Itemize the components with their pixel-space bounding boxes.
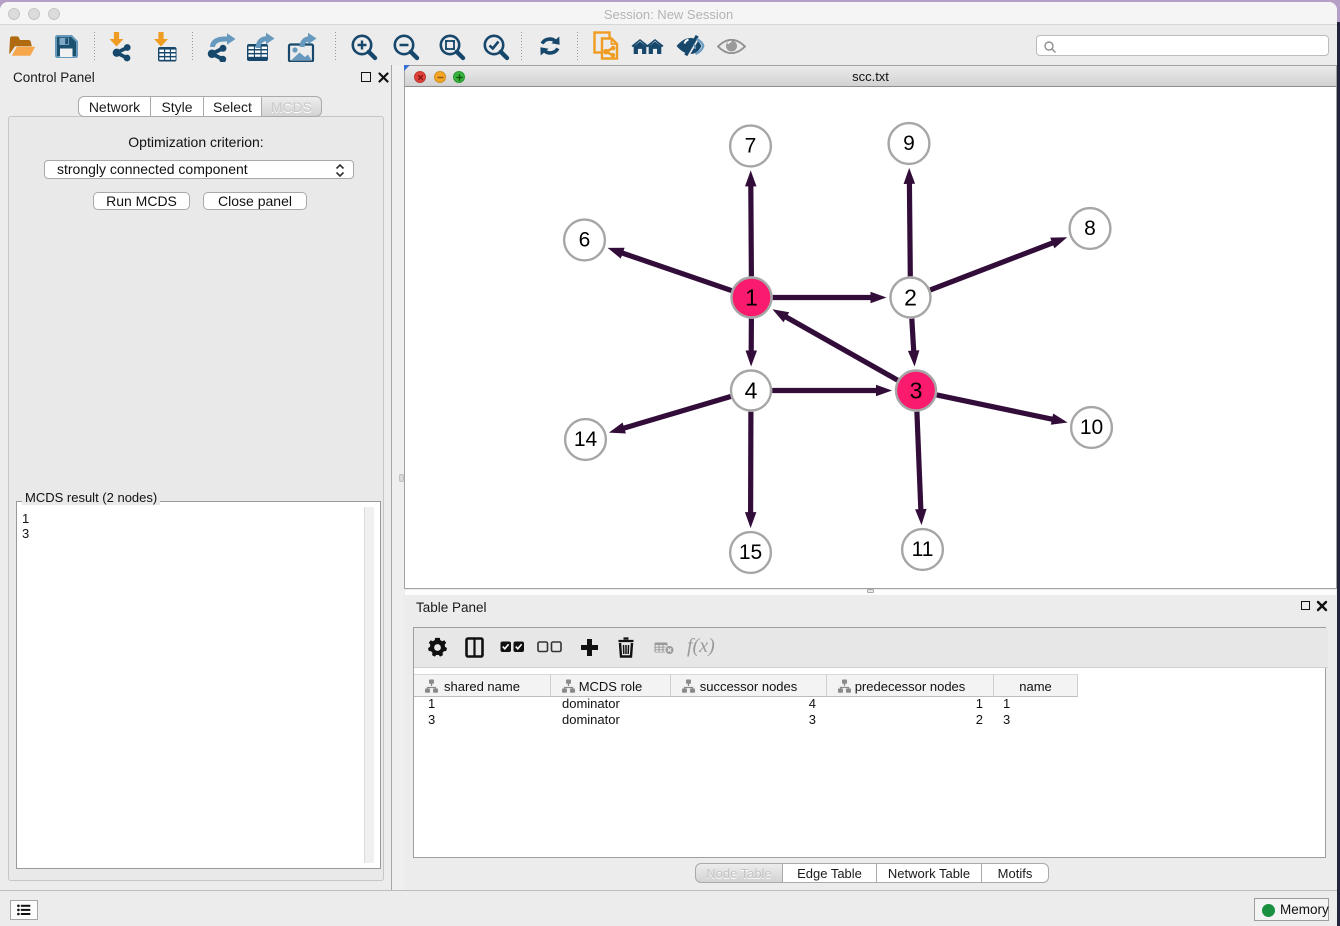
svg-text:4: 4 [745, 378, 758, 404]
svg-text:9: 9 [903, 132, 915, 155]
svg-text:6: 6 [579, 229, 591, 252]
svg-text:8: 8 [1084, 217, 1096, 240]
svg-text:7: 7 [745, 135, 757, 158]
svg-text:2: 2 [904, 285, 917, 311]
svg-text:3: 3 [910, 378, 923, 404]
svg-text:10: 10 [1080, 416, 1103, 439]
svg-text:15: 15 [739, 541, 762, 564]
svg-text:14: 14 [574, 428, 598, 451]
svg-text:1: 1 [745, 285, 758, 311]
svg-text:11: 11 [912, 538, 934, 561]
